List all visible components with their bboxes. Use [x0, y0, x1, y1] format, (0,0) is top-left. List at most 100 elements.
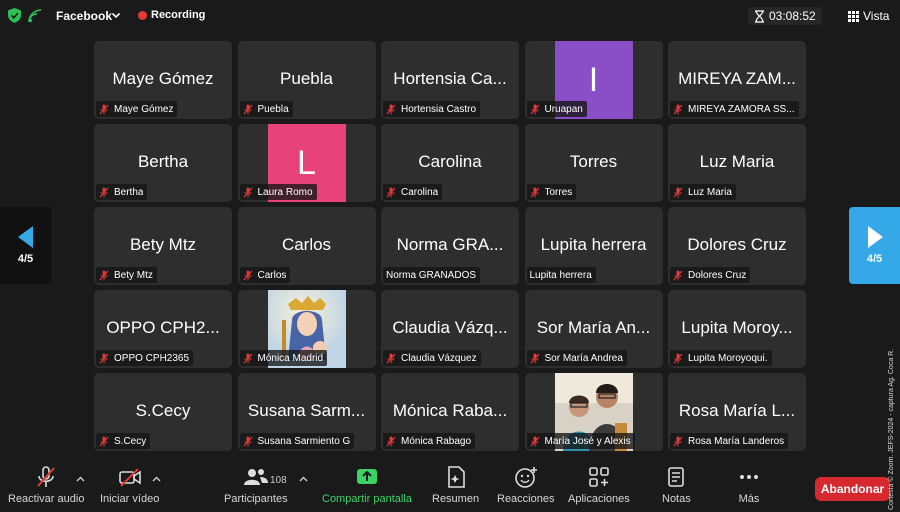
muted-mic-icon	[37, 466, 55, 487]
recording-indicator[interactable]: Recording	[138, 9, 205, 21]
participant-tile[interactable]: Carolina Carolina	[381, 124, 519, 202]
more-button[interactable]: Más	[738, 466, 760, 505]
participant-name-label: Lupita Moroyoqui.	[670, 350, 772, 366]
reactions-button[interactable]: Reacciones	[497, 466, 554, 505]
top-bar: Facebook Recording 03:08:52 Vista	[0, 0, 900, 32]
participant-display-name: Torres	[569, 152, 618, 171]
share-screen-button[interactable]: Compartir pantalla	[322, 466, 412, 505]
participant-name-label: Mónica Madrid	[239, 350, 328, 366]
participant-tile[interactable]: Lupita herrera Lupita herrera	[524, 207, 663, 285]
signal-icon[interactable]	[28, 9, 42, 23]
participant-display-name: S.Cecy	[135, 401, 191, 420]
participant-tile[interactable]: Mónica Raba... Mónica Rabago	[381, 373, 519, 451]
participant-tile[interactable]: L Laura Romo	[237, 124, 376, 202]
participant-name-label: Uruapan	[526, 101, 587, 117]
participant-tile[interactable]: Mónica Madrid	[237, 290, 376, 368]
participant-display-name: Lupita herrera	[540, 235, 647, 254]
participant-name-label: S.Cecy	[96, 433, 151, 449]
hourglass-icon	[755, 9, 764, 23]
participant-tile[interactable]: María José y Alexis	[524, 373, 663, 451]
muted-mic-icon	[99, 187, 109, 197]
apps-icon	[589, 467, 609, 487]
participant-tile[interactable]: OPPO CPH2... OPPO CPH2365	[94, 290, 232, 368]
grid-view-icon	[848, 10, 859, 22]
image-credit: Cortesía © Zoom. JEFS-2024 - captura Ag.…	[888, 310, 898, 510]
chevron-up-icon[interactable]	[152, 476, 161, 482]
participant-tile[interactable]: Torres Torres	[524, 124, 663, 202]
participant-tile[interactable]: Hortensia Ca... Hortensia Castro	[381, 41, 519, 119]
participant-display-name: Susana Sarm...	[247, 401, 366, 420]
participant-display-name: Claudia Vázq...	[392, 318, 508, 337]
participant-name-label: Mónica Rabago	[383, 433, 476, 449]
leave-meeting-button[interactable]: Abandonar	[815, 477, 890, 501]
muted-mic-icon	[99, 104, 109, 114]
participant-name-label: MIREYA ZAMORA SS...	[670, 101, 799, 117]
share-screen-icon	[356, 469, 377, 484]
start-video-button[interactable]: Iniciar vídeo	[100, 466, 159, 505]
participant-display-name: OPPO CPH2...	[106, 318, 220, 337]
participant-tile[interactable]: Lupita Moroy... Lupita Moroyoqui.	[668, 290, 806, 368]
muted-mic-icon	[530, 353, 539, 363]
participant-name-label: Claudia Vázquez	[383, 350, 481, 366]
muted-mic-icon	[243, 104, 252, 114]
participant-tile[interactable]: Dolores Cruz Dolores Cruz	[668, 207, 806, 285]
chevron-up-icon[interactable]	[76, 476, 85, 482]
participant-display-name: Sor María An...	[536, 318, 651, 337]
meeting-toolbar: Reactivar audio Iniciar vídeo Participan…	[0, 462, 900, 512]
notes-button[interactable]: Notas	[662, 466, 691, 505]
gallery-grid: Maye Gómez Maye Gómez Puebla Puebla Horten…	[94, 41, 806, 451]
participant-tile[interactable]: Luz Maria Luz Maria	[668, 124, 806, 202]
participant-tile[interactable]: Carlos Carlos	[237, 207, 376, 285]
muted-mic-icon	[243, 270, 252, 280]
smiley-plus-icon	[514, 467, 537, 488]
participant-name-label: Torres	[526, 184, 577, 200]
participant-tile[interactable]: Claudia Vázq... Claudia Vázquez	[381, 290, 519, 368]
participant-name-label: Carolina	[383, 184, 443, 200]
participant-name-label: Carlos	[239, 267, 291, 283]
participant-name-label: Hortensia Castro	[383, 101, 481, 117]
shield-icon[interactable]	[8, 8, 21, 23]
participant-name-label: Dolores Cruz	[670, 267, 751, 283]
participant-tile[interactable]: Susana Sarm... Susana Sarmiento G	[237, 373, 376, 451]
muted-mic-icon	[386, 187, 396, 197]
participant-display-name: Carolina	[418, 152, 482, 171]
meeting-timer: 03:08:52	[748, 7, 822, 25]
participant-tile[interactable]: I Uruapan	[524, 41, 663, 119]
previous-page-button[interactable]: 4/5	[0, 207, 51, 284]
more-dots-icon	[740, 475, 758, 479]
participant-display-name: Puebla	[280, 69, 333, 88]
chevron-down-icon[interactable]	[111, 10, 121, 20]
recording-label: Recording	[151, 9, 206, 21]
participant-display-name: Norma GRA...	[396, 235, 504, 254]
chevron-up-icon[interactable]	[299, 476, 308, 482]
participant-tile[interactable]: Puebla Puebla	[237, 41, 376, 119]
participant-tile[interactable]: Bertha Bertha	[94, 124, 232, 202]
participant-display-name: Mónica Raba...	[392, 401, 508, 420]
participant-tile[interactable]: Norma GRA... Norma GRANADOS	[381, 207, 519, 285]
participant-tile[interactable]: Bety Mtz Bety Mtz	[94, 207, 232, 285]
participant-name-label: Rosa María Landeros	[670, 433, 789, 449]
muted-mic-icon	[243, 436, 252, 446]
next-page-button[interactable]: 4/5	[849, 207, 900, 284]
participants-count: 108	[270, 475, 287, 486]
unmute-audio-button[interactable]: Reactivar audio	[8, 466, 84, 505]
apps-button[interactable]: Aplicaciones	[568, 466, 630, 505]
participant-display-name: Carlos	[281, 235, 332, 254]
participant-tile[interactable]: Maye Gómez Maye Gómez	[94, 41, 232, 119]
participant-name-label: OPPO CPH2365	[96, 350, 194, 366]
participant-tile[interactable]: S.Cecy S.Cecy	[94, 373, 232, 451]
view-button[interactable]: Vista	[848, 7, 889, 25]
participant-name-label: Laura Romo	[239, 184, 317, 200]
arrow-left-icon	[17, 226, 33, 248]
participant-tile[interactable]: Rosa María L... Rosa María Landeros	[668, 373, 806, 451]
participant-name-label: Sor María Andrea	[526, 350, 627, 366]
participant-tile[interactable]: MIREYA ZAM... MIREYA ZAMORA SS...	[668, 41, 806, 119]
participant-name-label: Puebla	[239, 101, 293, 117]
summary-button[interactable]: Resumen	[432, 466, 479, 505]
participant-display-name: Hortensia Ca...	[393, 69, 507, 88]
meeting-name[interactable]: Facebook	[56, 9, 112, 23]
page-indicator-left: 4/5	[17, 253, 34, 265]
participant-tile[interactable]: Sor María An... Sor María Andrea	[524, 290, 663, 368]
participant-name-label: Susana Sarmiento G	[239, 433, 355, 449]
credit-text: Cortesía © Zoom. JEFS-2024 - captura Ag.…	[888, 348, 895, 510]
